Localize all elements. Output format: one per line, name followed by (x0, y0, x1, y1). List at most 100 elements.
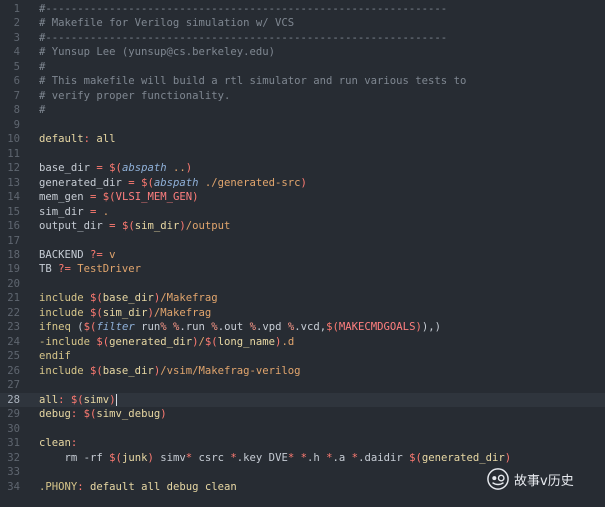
code-line-15[interactable]: 15 sim_dir = . (0, 205, 605, 219)
code-line-5[interactable]: 5 # (0, 60, 605, 74)
code-token: .vpd (255, 321, 288, 334)
code-token: BACKEND (39, 248, 91, 261)
code-token: $( (90, 292, 103, 305)
code-token: # Makefile for Verilog simulation w/ VCS (39, 17, 295, 30)
code-token: $( (70, 393, 84, 406)
code-line-10[interactable]: 10 default: all (0, 132, 605, 146)
line-number: 31 (7, 437, 20, 450)
code-token: csrc (192, 451, 231, 464)
code-token: sim_dir (39, 205, 91, 218)
code-token: all (96, 133, 116, 146)
code-token: # (39, 60, 46, 73)
code-token: rm -rf (39, 451, 110, 464)
code-token: # verify proper functionality. (39, 89, 231, 102)
code-line-9[interactable]: 9 (0, 118, 605, 132)
code-line-4[interactable]: 4 # Yunsup Lee (yunsup@cs.berkeley.edu) (0, 45, 605, 59)
code-line-8[interactable]: 8 # (0, 103, 605, 117)
code-line-14[interactable]: 14 mem_gen = $(VLSI_MEM_GEN) (0, 190, 605, 204)
code-line-25[interactable]: 25 endif (0, 349, 605, 363)
code-line-26[interactable]: 26 include $(base_dir)/vsim/Makefrag-veri… (0, 364, 605, 378)
code-token: $( (90, 364, 103, 377)
code-token: TestDriver (77, 263, 142, 276)
code-line-32[interactable]: 32 rm -rf $(junk) simv* csrc *.key DVE* … (0, 451, 605, 465)
code-line-19[interactable]: 19 TB ?= TestDriver (0, 262, 605, 276)
code-token: /vsim/Makefrag-verilog (160, 364, 301, 377)
code-line-30[interactable]: 30 (0, 422, 605, 436)
code-token: output_dir (39, 220, 110, 233)
code-token: #---------------------------------------… (39, 31, 448, 44)
code-line-23[interactable]: 23 ifneq ($(filter run% %.run %.out %.vpd… (0, 320, 605, 334)
code-token: generated_dir (109, 335, 193, 348)
code-line-7[interactable]: 7 # verify proper functionality. (0, 89, 605, 103)
code-token: $( (204, 335, 218, 348)
code-token: . (102, 205, 110, 218)
code-line-17[interactable]: 17 (0, 234, 605, 248)
code-token: .PHONY (39, 480, 78, 493)
code-line-22[interactable]: 22 include $(sim_dir)/Makefrag (0, 306, 605, 320)
code-token: = (90, 191, 103, 204)
code-line-31[interactable]: 31 clean: (0, 436, 605, 450)
code-token: : (83, 133, 97, 146)
line-number: 34 (7, 480, 20, 493)
line-code: # Yunsup Lee (yunsup@cs.berkeley.edu) (39, 45, 275, 59)
code-line-3[interactable]: 3 #--------------------------------------… (0, 31, 605, 45)
line-code: # This makefile will build a rtl simulat… (39, 74, 466, 88)
code-token: $( (90, 306, 103, 319)
code-token: abspath (121, 162, 167, 175)
code-token: ) (160, 408, 167, 421)
code-line-6[interactable]: 6 # This makefile will build a rtl simula… (0, 74, 605, 88)
code-line-13[interactable]: 13 generated_dir = $(abspath ./generated-… (0, 176, 605, 190)
code-editor[interactable]: 1 #--------------------------------------… (0, 0, 605, 507)
code-token: abspath (153, 176, 199, 189)
line-number: 33 (7, 466, 20, 479)
watermark-text: 故事v历史 (514, 473, 574, 489)
code-token: #---------------------------------------… (39, 3, 448, 15)
line-code: output_dir = $(sim_dir)/output (39, 219, 230, 233)
code-token: TB (39, 263, 59, 276)
code-line-18[interactable]: 18 BACKEND ?= v (0, 248, 605, 262)
line-number: 2 (13, 17, 20, 30)
code-line-2[interactable]: 2 # Makefile for Verilog simulation w/ VC… (0, 16, 605, 30)
code-line-21[interactable]: 21 include $(base_dir)/Makefrag (0, 291, 605, 305)
code-token: include (39, 292, 91, 305)
line-number: 6 (13, 75, 20, 88)
code-line-20[interactable]: 20 (0, 277, 605, 291)
code-token: run (134, 321, 161, 334)
code-token: : (70, 437, 78, 450)
code-token: $( (96, 335, 110, 348)
code-token: : (70, 408, 84, 421)
code-token: $( (83, 321, 97, 334)
code-token: .. (166, 162, 186, 175)
code-token: = (96, 162, 110, 175)
code-token: include (39, 306, 91, 319)
code-token: # This makefile will build a rtl simulat… (39, 75, 467, 88)
code-token: $( (109, 451, 122, 464)
code-token: debug (39, 408, 71, 421)
code-line-29[interactable]: 29 debug: $(simv_debug) (0, 407, 605, 421)
line-code: -include $(generated_dir)/$(long_name).d (39, 335, 294, 349)
code-line-27[interactable]: 27 (0, 378, 605, 392)
code-token: .d (281, 335, 295, 348)
code-token: simv (83, 393, 110, 406)
code-token: = (128, 176, 142, 189)
line-code: clean: (39, 436, 77, 450)
code-line-1[interactable]: 1 #--------------------------------------… (0, 2, 605, 16)
line-code: all: $(simv) (39, 393, 117, 407)
line-number: 15 (7, 205, 20, 218)
code-token: ) (185, 162, 193, 175)
line-code: default: all (39, 132, 116, 146)
code-token: base_dir (39, 162, 97, 175)
code-line-16[interactable]: 16 output_dir = $(sim_dir)/output (0, 219, 605, 233)
code-token: $( (326, 321, 339, 334)
code-line-28[interactable]: 28 all: $(simv) (0, 392, 605, 408)
code-token: /Makefrag (160, 292, 218, 305)
line-number: 14 (7, 191, 20, 204)
code-line-12[interactable]: 12 base_dir = $(abspath ..) (0, 161, 605, 175)
code-token: simv (153, 451, 186, 464)
line-number: 28 (7, 393, 20, 406)
line-code: BACKEND ?= v (39, 248, 116, 262)
code-token: base_dir (102, 292, 154, 305)
code-token: : (77, 480, 91, 493)
code-line-11[interactable]: 11 (0, 147, 605, 161)
code-line-24[interactable]: 24 -include $(generated_dir)/$(long_name)… (0, 335, 605, 349)
